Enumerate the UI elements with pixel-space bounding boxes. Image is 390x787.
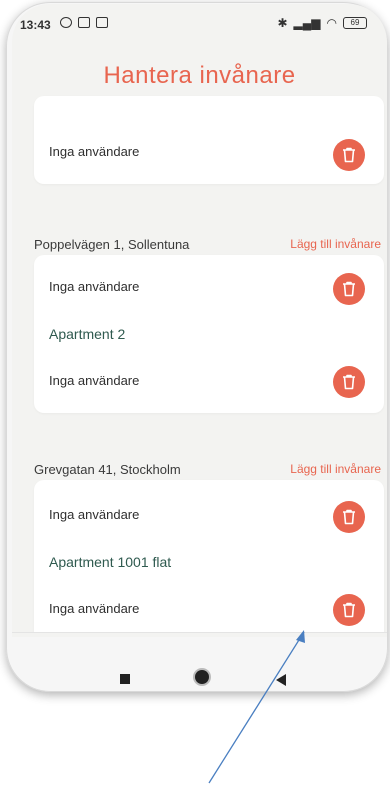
annotation-arrow — [208, 630, 305, 784]
